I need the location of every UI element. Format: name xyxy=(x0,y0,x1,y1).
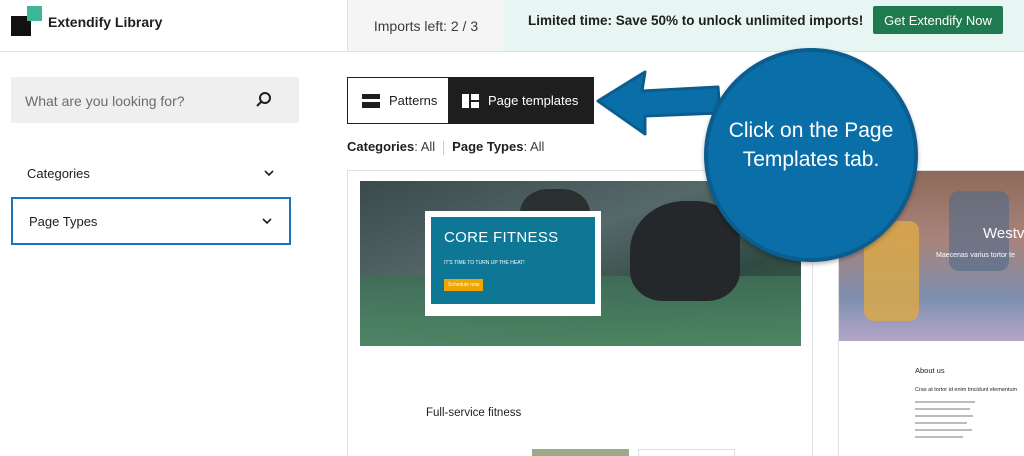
filter-page-types[interactable]: Page Types xyxy=(11,197,291,245)
hero-subtitle: Maecenas varius tortor te xyxy=(936,252,1015,259)
chevron-down-icon xyxy=(262,218,272,225)
search-input[interactable]: What are you looking for? xyxy=(25,93,185,109)
hero-title: CORE FITNESS xyxy=(444,229,559,246)
hero-subtitle: IT'S TIME TO TURN UP THE HEAT! xyxy=(444,260,525,266)
active-filters: Categories: All Page Types: All xyxy=(347,139,544,155)
text-line xyxy=(915,401,975,403)
page-types-summary-label: Page Types xyxy=(452,139,524,154)
categories-summary-label: Categories xyxy=(347,139,415,154)
divider xyxy=(443,140,445,155)
page-templates-icon xyxy=(462,93,479,108)
text-line xyxy=(915,436,963,438)
top-bar: Extendify Library Imports left: 2 / 3 Li… xyxy=(0,0,1024,52)
tab-patterns-label: Patterns xyxy=(389,93,438,108)
tab-patterns[interactable]: Patterns xyxy=(348,78,448,123)
hero-title: Westv xyxy=(983,225,1024,242)
categories-summary-value: : All xyxy=(414,139,436,154)
patterns-icon xyxy=(362,93,380,108)
hero-button: Schedule now xyxy=(444,279,484,291)
filter-categories-label: Categories xyxy=(27,165,90,181)
text-line xyxy=(915,429,972,431)
get-extendify-button[interactable]: Get Extendify Now xyxy=(873,6,1003,34)
tab-page-templates[interactable]: Page templates xyxy=(448,78,593,123)
search-box[interactable]: What are you looking for? xyxy=(11,77,299,123)
extendify-logo xyxy=(11,6,42,36)
template-heading: Full-service fitness xyxy=(426,407,522,419)
imports-left: Imports left: 2 / 3 xyxy=(347,0,504,51)
brand-title: Extendify Library xyxy=(48,14,163,30)
text-line xyxy=(915,422,967,424)
page-types-summary-value: : All xyxy=(523,139,545,154)
filter-page-types-label: Page Types xyxy=(29,213,98,229)
preview-thumbnail xyxy=(532,449,629,456)
text-line xyxy=(915,408,970,410)
tab-page-templates-label: Page templates xyxy=(488,93,579,108)
hero-overlay: CORE FITNESS IT'S TIME TO TURN UP THE HE… xyxy=(425,211,601,316)
library-tabs: Patterns Page templates xyxy=(347,77,594,124)
search-icon[interactable] xyxy=(255,91,273,109)
preview-thumbnail xyxy=(638,449,735,456)
text-line xyxy=(915,415,973,417)
about-title: About us xyxy=(915,366,945,375)
about-subtitle: Cras at tortor id enim tincidunt element… xyxy=(915,387,1018,393)
promo-banner: Limited time: Save 50% to unlock unlimit… xyxy=(504,0,1024,51)
chevron-down-icon xyxy=(264,170,274,177)
promo-text: Limited time: Save 50% to unlock unlimit… xyxy=(528,13,864,28)
callout-text: Click on the Page Templates tab. xyxy=(728,119,894,171)
filter-categories[interactable]: Categories xyxy=(11,149,291,197)
callout-bubble: Click on the Page Templates tab. xyxy=(704,48,918,262)
